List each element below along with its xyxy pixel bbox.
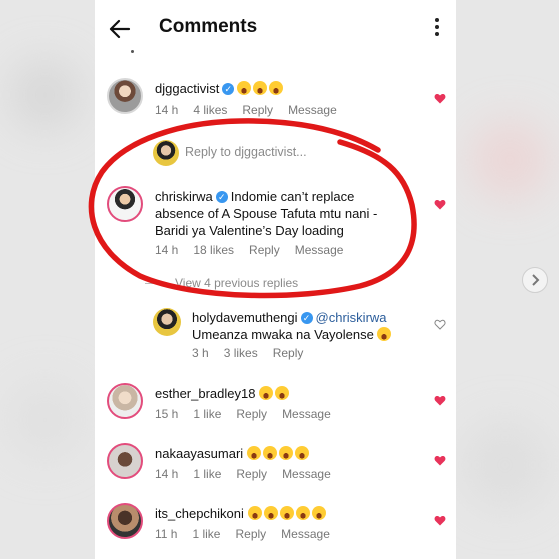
mention-link[interactable]: @chriskirwa — [316, 310, 387, 325]
view-previous-replies-button[interactable]: View 4 previous replies — [175, 276, 298, 290]
background-blur — [5, 380, 85, 460]
username[interactable]: chriskirwa — [155, 189, 213, 204]
username[interactable]: holydavemuthengi — [192, 310, 298, 325]
avatar[interactable] — [107, 78, 143, 114]
message-button[interactable]: Message — [281, 527, 330, 541]
reply-to-input[interactable]: Reply to djggactivist... — [185, 145, 307, 159]
like-count[interactable]: 3 likes — [224, 346, 258, 360]
like-count[interactable]: 1 like — [193, 407, 221, 421]
grinning-emoji-icon — [295, 506, 310, 520]
like-count[interactable]: 4 likes — [193, 103, 227, 117]
heart-icon[interactable] — [434, 515, 446, 526]
avatar[interactable] — [107, 383, 143, 419]
comment-time: 11 h — [155, 527, 178, 541]
username[interactable]: djggactivist — [155, 81, 219, 96]
username[interactable]: nakaayasumari — [155, 446, 243, 461]
current-user-avatar — [153, 140, 179, 166]
grinning-emoji-icon — [263, 506, 278, 520]
grinning-emoji-icon — [377, 327, 392, 341]
comment-time: 14 h — [155, 103, 179, 117]
header: Comments — [95, 0, 456, 56]
heart-icon[interactable] — [434, 455, 446, 466]
divider-dot — [131, 50, 134, 53]
username[interactable]: esther_bradley18 — [155, 386, 255, 401]
grinning-emoji-icon — [259, 386, 274, 400]
comment-time: 15 h — [155, 407, 179, 421]
verified-badge-icon: ✓ — [215, 191, 228, 203]
comment-item: nakaayasumari 14 h 1 like Reply Message — [95, 443, 456, 493]
username[interactable]: its_chepchikoni — [155, 506, 244, 521]
reply-button[interactable]: Reply — [235, 527, 266, 541]
grinning-emoji-icon — [237, 81, 252, 95]
like-count[interactable]: 18 likes — [193, 243, 234, 257]
chevron-right-icon — [532, 274, 540, 286]
avatar[interactable] — [107, 186, 143, 222]
comment-time: 14 h — [155, 243, 179, 257]
page-title: Comments — [159, 16, 258, 37]
reply-button[interactable]: Reply — [242, 103, 273, 117]
grinning-emoji-icon — [278, 446, 293, 460]
comment-item: chriskirwa ✓ Indomie can’t replace absence… — [95, 186, 456, 262]
like-count[interactable]: 1 like — [193, 467, 221, 481]
avatar[interactable] — [107, 503, 143, 539]
message-button[interactable]: Message — [295, 243, 344, 257]
heart-outline-icon[interactable] — [434, 319, 446, 330]
grinning-emoji-icon — [294, 446, 309, 460]
message-button[interactable]: Message — [282, 467, 331, 481]
grinning-emoji-icon — [275, 386, 290, 400]
grinning-emoji-icon — [279, 506, 294, 520]
grinning-emoji-icon — [311, 506, 326, 520]
grinning-emoji-icon — [253, 81, 268, 95]
comment-item: its_chepchikoni 11 h 1 like Reply Message — [95, 503, 456, 553]
message-button[interactable]: Message — [282, 407, 331, 421]
comments-screen: Comments djggactivist ✓ 14 h4 likes Reply M… — [95, 0, 456, 559]
heart-icon[interactable] — [434, 93, 446, 104]
next-slide-button[interactable] — [522, 267, 548, 293]
thread-line — [145, 283, 167, 284]
grinning-emoji-icon — [269, 81, 284, 95]
comment-meta: 14 h 18 likes Reply Message — [155, 243, 358, 257]
back-arrow-icon[interactable] — [107, 16, 133, 42]
message-button[interactable]: Message — [288, 103, 337, 117]
background-blur — [460, 420, 550, 510]
avatar[interactable] — [153, 308, 181, 336]
comment-item: djggactivist ✓ 14 h 4 likes Reply Message — [95, 74, 456, 124]
background-blur — [10, 60, 80, 130]
comment-meta: 15 h 1 like Reply Message — [155, 407, 346, 421]
reply-button[interactable]: Reply — [236, 467, 267, 481]
comment-meta: 14 h 1 like Reply Message — [155, 467, 346, 481]
heart-icon[interactable] — [434, 199, 446, 210]
reply-button[interactable]: Reply — [249, 243, 280, 257]
reply-button[interactable]: Reply — [273, 346, 304, 360]
background-blur — [470, 120, 550, 200]
reply-button[interactable]: Reply — [236, 407, 267, 421]
comment-item: esther_bradley18 15 h 1 like Reply Message — [95, 383, 456, 433]
comment-time: 14 h — [155, 467, 179, 481]
comment-meta: 11 h 1 like Reply Message — [155, 527, 345, 541]
heart-icon[interactable] — [434, 395, 446, 406]
comment-meta: 14 h 4 likes Reply Message — [155, 103, 352, 117]
avatar[interactable] — [107, 443, 143, 479]
grinning-emoji-icon — [246, 446, 261, 460]
comment-meta: 3 h 3 likes Reply — [192, 346, 318, 360]
verified-badge-icon: ✓ — [300, 312, 313, 324]
grinning-emoji-icon — [262, 446, 277, 460]
comment-text: Umeanza mwaka na Vayolense — [192, 327, 374, 342]
grinning-emoji-icon — [247, 506, 262, 520]
reply-item: holydavemuthengi ✓ @chriskirwa Umeanza mwa… — [95, 306, 456, 366]
like-count[interactable]: 1 like — [192, 527, 220, 541]
comment-time: 3 h — [192, 346, 209, 360]
more-vertical-icon[interactable] — [434, 18, 440, 38]
verified-badge-icon: ✓ — [222, 83, 235, 95]
